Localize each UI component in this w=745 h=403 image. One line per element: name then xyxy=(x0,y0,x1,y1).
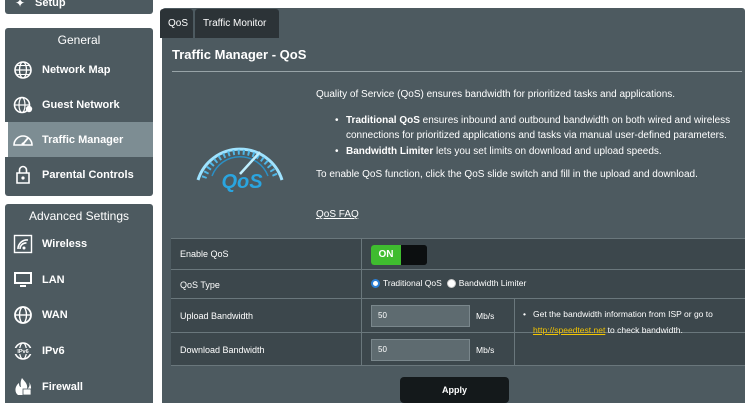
upload-bandwidth-input[interactable]: 50 xyxy=(371,305,470,327)
monitor-icon xyxy=(12,269,34,291)
advanced-group-title: Advanced Settings xyxy=(28,209,130,223)
sidebar-item-traffic-manager[interactable]: Traffic Manager xyxy=(5,122,153,157)
bullet-traditional-qos: Traditional QoS ensures inbound and outb… xyxy=(335,113,745,143)
bullet-text: lets you set limits on download and uplo… xyxy=(433,146,662,157)
qos-description: Quality of Service (QoS) ensures bandwid… xyxy=(316,87,745,182)
globe-icon xyxy=(12,59,34,81)
sidebar-item-ipv6[interactable]: IPv6 IPv6 xyxy=(5,333,153,368)
bullet-bold-label: Traditional QoS xyxy=(346,115,420,126)
sidebar-item-lan[interactable]: LAN xyxy=(5,262,153,297)
upload-unit: Mb/s xyxy=(476,311,495,321)
lock-icon xyxy=(12,164,34,186)
speedometer-icon xyxy=(12,129,34,151)
tab-traffic-monitor[interactable]: Traffic Monitor xyxy=(195,9,279,38)
tab-qos[interactable]: QoS xyxy=(160,9,193,38)
sidebar-item-label: Guest Network xyxy=(42,98,120,111)
upload-bandwidth-label: Upload Bandwidth xyxy=(180,311,254,321)
intro-text: Quality of Service (QoS) ensures bandwid… xyxy=(316,89,676,100)
fire-icon xyxy=(12,376,34,398)
qos-type-radio-group: Traditional QoS Bandwidth Limiter xyxy=(371,278,531,288)
title-divider xyxy=(172,71,742,72)
download-bandwidth-input[interactable]: 50 xyxy=(371,339,470,361)
sidebar-item-guest-network[interactable]: Guest Network xyxy=(5,87,153,122)
sidebar-item-label: Network Map xyxy=(42,63,111,76)
sidebar-item-label: Parental Controls xyxy=(42,168,134,181)
bullet-bandwidth-limiter: Bandwidth Limiter lets you set limits on… xyxy=(335,144,745,159)
download-bandwidth-label: Download Bandwidth xyxy=(180,345,265,355)
sidebar-item-label: LAN xyxy=(42,273,65,286)
apply-button[interactable]: Apply xyxy=(400,377,509,403)
sidebar-item-wireless[interactable]: Wireless xyxy=(5,226,153,261)
ipv6-icon: IPv6 xyxy=(12,340,34,362)
radio-traditional-qos[interactable] xyxy=(371,278,380,288)
main-content: Traffic Manager - QoS QoS Quality of Ser… xyxy=(162,38,745,403)
qos-toggle[interactable]: ON xyxy=(371,245,427,265)
tab-bar: QoS Traffic Monitor xyxy=(158,0,745,38)
wifi-icon xyxy=(12,233,34,255)
qos-type-label: QoS Type xyxy=(180,280,220,290)
sidebar-item-network-map[interactable]: Network Map xyxy=(5,52,153,87)
sidebar-item-label: Wireless xyxy=(42,237,88,250)
guest-network-icon xyxy=(12,94,34,116)
page-title: Traffic Manager - QoS xyxy=(172,47,307,62)
radio-label-traditional-qos[interactable]: Traditional QoS xyxy=(383,278,442,288)
download-unit: Mb/s xyxy=(476,345,495,355)
enable-qos-label: Enable QoS xyxy=(180,249,229,259)
sidebar-item-label: Traffic Manager xyxy=(42,133,124,146)
note-bullet: • xyxy=(523,309,526,319)
sidebar: ✦ Setup General Network Map Guest Networ… xyxy=(0,0,160,403)
sidebar-item-label: Firewall xyxy=(42,380,83,393)
globe-icon xyxy=(12,304,34,326)
wand-icon: ✦ xyxy=(15,0,26,10)
bullet-bold-label: Bandwidth Limiter xyxy=(346,146,434,157)
note-divider xyxy=(514,298,515,366)
sidebar-item-label: WAN xyxy=(42,308,68,321)
speedtest-link[interactable]: http://speedtest.net xyxy=(533,325,605,335)
note-text: to check bandwidth. xyxy=(605,325,683,335)
svg-text:IPv6: IPv6 xyxy=(17,349,28,355)
toggle-knob xyxy=(401,245,427,265)
bandwidth-note: • Get the bandwidth information from ISP… xyxy=(523,306,743,338)
general-group-title: General xyxy=(57,33,101,47)
table-row-enable-qos: Enable QoS ON xyxy=(171,238,745,269)
table-row-qos-type: QoS Type Traditional QoS Bandwidth Limit… xyxy=(171,269,745,298)
toggle-on-label: ON xyxy=(371,245,401,265)
qos-settings-table: Enable QoS ON QoS Type Traditional QoS B… xyxy=(171,238,745,366)
sidebar-item-parental-controls[interactable]: Parental Controls xyxy=(5,157,153,192)
note-text: Get the bandwidth information from ISP o… xyxy=(533,309,713,319)
column-divider xyxy=(361,238,362,366)
qos-gauge-logo: QoS xyxy=(190,118,290,198)
sidebar-item-label: Setup xyxy=(35,0,66,9)
radio-bandwidth-limiter[interactable] xyxy=(446,278,456,288)
sidebar-item-wan[interactable]: WAN xyxy=(5,297,153,332)
qos-logo-text: QoS xyxy=(221,171,263,193)
sidebar-item-label: IPv6 xyxy=(42,344,65,357)
qos-faq-link[interactable]: QoS FAQ xyxy=(316,209,359,220)
sidebar-item-setup[interactable]: ✦ Setup xyxy=(5,0,153,14)
enable-note: To enable QoS function, click the QoS sl… xyxy=(316,169,698,180)
radio-label-bandwidth-limiter[interactable]: Bandwidth Limiter xyxy=(459,278,527,288)
sidebar-item-firewall[interactable]: Firewall xyxy=(5,369,153,403)
